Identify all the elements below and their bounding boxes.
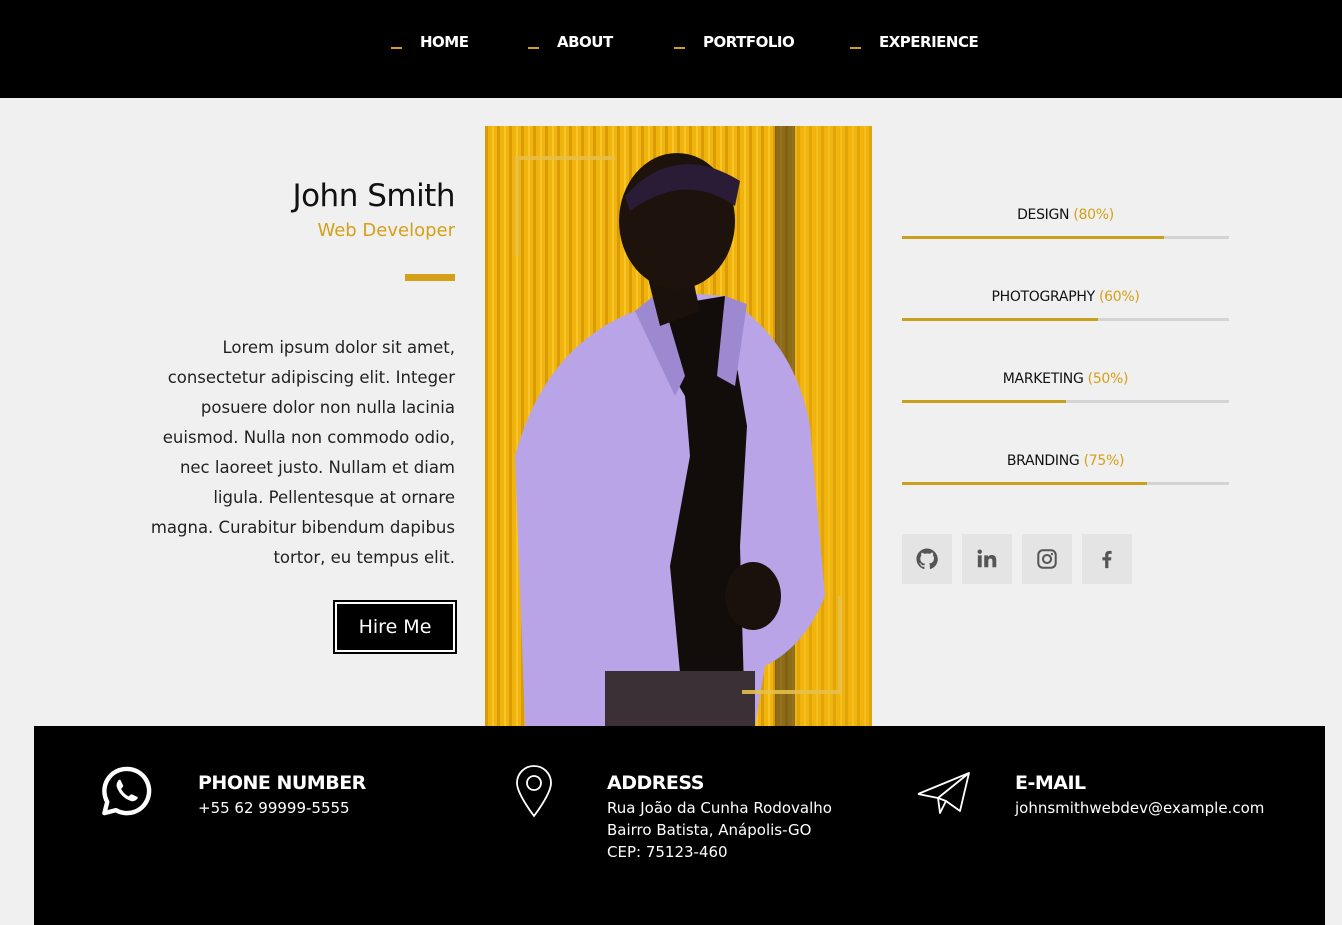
skill-progress-fill (902, 236, 1164, 239)
photo-frame-corner (838, 596, 842, 694)
skill-progress-track (902, 236, 1229, 239)
location-pin-icon (516, 765, 552, 818)
skill-branding: BRANDING (75%) (902, 451, 1229, 485)
linkedin-icon (977, 549, 997, 568)
nav-dash-icon (528, 47, 539, 49)
nav-label: HOME (420, 33, 469, 51)
profile-role: Web Developer (317, 220, 455, 241)
top-navigation: HOME ABOUT PORTFOLIO EXPERIENCE (0, 0, 1342, 98)
skill-label: MARKETING (50%) (902, 369, 1229, 389)
address-line: Rua João da Cunha Rodovalho (607, 799, 832, 817)
skill-label: BRANDING (75%) (902, 451, 1229, 471)
skill-progress-fill (902, 318, 1099, 321)
skill-percent: (75%) (1083, 453, 1125, 469)
facebook-button[interactable] (1082, 534, 1132, 584)
accent-divider (405, 274, 455, 281)
skill-name: MARKETING (1002, 371, 1084, 387)
email-address[interactable]: johnsmithwebdev@example.com (1015, 797, 1264, 819)
profile-name: John Smith (292, 178, 455, 214)
instagram-button[interactable] (1022, 534, 1072, 584)
nav-label: PORTFOLIO (703, 33, 795, 51)
nav-item-about[interactable]: ABOUT (528, 30, 613, 54)
skill-percent: (80%) (1073, 207, 1114, 223)
skill-progress-fill (902, 482, 1148, 485)
nav-label: EXPERIENCE (879, 33, 979, 51)
skill-progress-track (902, 400, 1229, 403)
phone-title: PHONE NUMBER (198, 772, 366, 794)
facebook-icon (1102, 550, 1112, 569)
address-title: ADDRESS (607, 772, 704, 794)
nav-item-experience[interactable]: EXPERIENCE (850, 30, 979, 54)
skill-progress-fill (902, 400, 1066, 403)
skill-name: DESIGN (1017, 207, 1070, 223)
paper-plane-icon (917, 772, 970, 814)
hire-me-label: Hire Me (337, 604, 453, 650)
profile-photo (485, 126, 872, 726)
skill-label: PHOTOGRAPHY (60%) (902, 287, 1229, 307)
skill-progress-track (902, 318, 1229, 321)
phone-number: +55 62 99999-5555 (198, 799, 350, 817)
instagram-icon (1037, 549, 1057, 569)
skill-label: DESIGN (80%) (902, 205, 1229, 225)
skill-percent: (50%) (1087, 371, 1129, 387)
nav-dash-icon (674, 47, 685, 49)
photo-frame-corner (515, 156, 519, 256)
linkedin-button[interactable] (962, 534, 1012, 584)
skill-name: PHOTOGRAPHY (991, 289, 1095, 305)
nav-label: ABOUT (557, 33, 613, 51)
portrait-illustration (485, 126, 872, 726)
contact-footer: PHONE NUMBER +55 62 99999-5555 ADDRESS R… (34, 726, 1325, 925)
github-icon (916, 548, 938, 570)
whatsapp-icon (102, 766, 152, 816)
skill-design: DESIGN (80%) (902, 205, 1229, 239)
hire-me-button[interactable]: Hire Me (333, 600, 457, 654)
nav-item-portfolio[interactable]: PORTFOLIO (674, 30, 795, 54)
skill-photography: PHOTOGRAPHY (60%) (902, 287, 1229, 321)
nav-dash-icon (850, 47, 861, 49)
address-line: CEP: 75123-460 (607, 843, 728, 861)
nav-item-home[interactable]: HOME (391, 30, 469, 54)
address-line: Bairro Batista, Anápolis-GO (607, 821, 812, 839)
skill-progress-track (902, 482, 1229, 485)
skill-name: BRANDING (1006, 453, 1080, 469)
photo-frame-corner (515, 156, 615, 160)
profile-bio: Lorem ipsum dolor sit amet, consectetur … (150, 338, 455, 567)
github-button[interactable] (902, 534, 952, 584)
skill-marketing: MARKETING (50%) (902, 369, 1229, 403)
nav-dash-icon (391, 47, 402, 49)
skill-percent: (60%) (1098, 289, 1140, 305)
email-title: E-MAIL (1015, 772, 1086, 794)
photo-frame-corner (742, 690, 842, 694)
